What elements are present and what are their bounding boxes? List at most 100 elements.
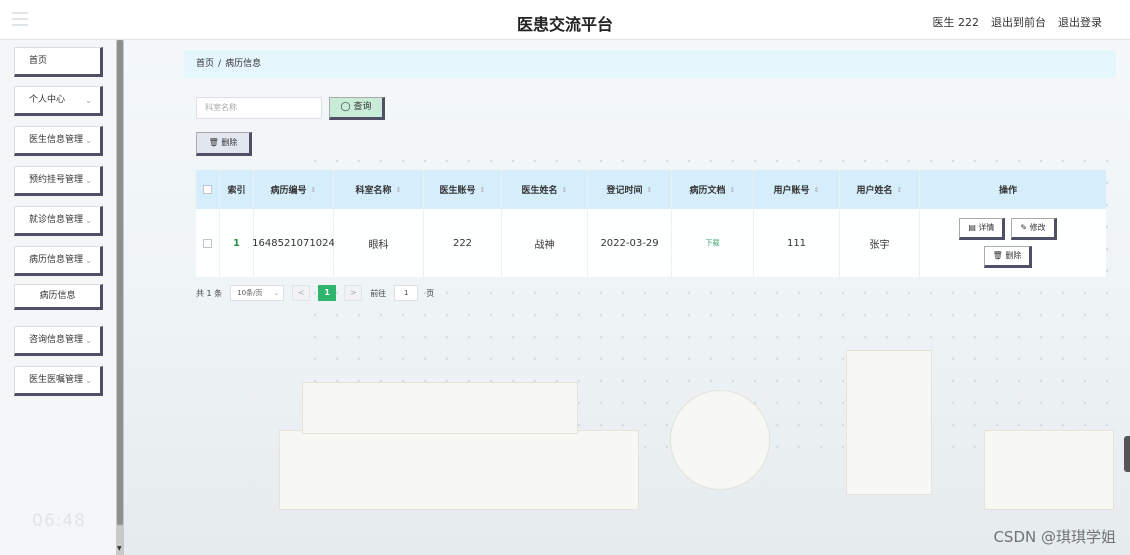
- header-label: 登记时间: [606, 186, 643, 196]
- row-select-cell[interactable]: [196, 209, 220, 277]
- sidebar-scrollbar[interactable]: ▼: [116, 40, 124, 555]
- select-all-checkbox[interactable]: [203, 185, 212, 194]
- sort-icon[interactable]: ⇕: [396, 186, 402, 194]
- breadcrumb-current: 病历信息: [225, 59, 262, 69]
- chevron-down-icon: ⌄: [85, 96, 92, 105]
- next-page-button[interactable]: >: [344, 285, 363, 301]
- table-row: 1 1648521071024 眼科 222 战神 2022-03-29 下载 …: [196, 209, 1106, 277]
- header-label: 病历编号: [270, 186, 307, 196]
- chevron-down-icon: ⌄: [273, 289, 280, 297]
- chevron-down-icon: ⌄: [85, 256, 92, 265]
- sidebar-item-label: 预约挂号管理: [29, 175, 84, 185]
- sidebar-item-doctor-info[interactable]: 医生信息管理 ⌄: [14, 126, 103, 156]
- sidebar-item-label: 病历信息管理: [29, 255, 84, 265]
- header-register-time[interactable]: 登记时间 ⇕: [588, 170, 672, 209]
- detail-button[interactable]: ▤ 详情: [959, 218, 1006, 240]
- header-user-name[interactable]: 用户姓名 ⇕: [840, 170, 920, 209]
- batch-delete-button[interactable]: 🗑 删除: [196, 132, 252, 156]
- header-index: 索引: [220, 170, 254, 209]
- header-user-account[interactable]: 用户账号 ⇕: [754, 170, 840, 209]
- header-label: 用户账号: [773, 186, 810, 196]
- header-record-no[interactable]: 病历编号 ⇕: [254, 170, 334, 209]
- background-decor-block: [984, 430, 1114, 510]
- breadcrumb: 首页 / 病历信息: [184, 50, 1116, 78]
- page-size-select[interactable]: 10条/页 ⌄: [230, 285, 285, 301]
- pagination-total: 共 1 条: [196, 288, 223, 298]
- row-department: 眼科: [334, 209, 424, 277]
- sidebar-item-label: 医生医嘱管理: [29, 375, 84, 385]
- background-decor-cylinder: [846, 350, 932, 495]
- department-search-input[interactable]: 科室名称: [196, 97, 322, 119]
- row-doctor-account: 222: [424, 209, 502, 277]
- window-edge-handle: [1124, 436, 1130, 472]
- background-decor-ring: [670, 390, 770, 490]
- background-decor-block: [302, 382, 578, 434]
- back-to-front-link[interactable]: 退出到前台: [991, 14, 1046, 30]
- sort-icon[interactable]: ⇕: [311, 186, 317, 194]
- current-user-label: 医生 222: [932, 16, 980, 29]
- sidebar-item-label: 个人中心: [29, 95, 66, 105]
- sort-icon[interactable]: ⇕: [897, 186, 903, 194]
- header-doctor-account[interactable]: 医生账号 ⇕: [424, 170, 502, 209]
- current-page-button[interactable]: 1: [318, 285, 337, 301]
- row-actions-top: ▤ 详情 ✎ 修改: [959, 218, 1057, 240]
- sidebar-subitem-medical-record[interactable]: 病历信息: [14, 284, 103, 310]
- sort-icon[interactable]: ⇕: [562, 186, 568, 194]
- sidebar-item-home[interactable]: 首页: [14, 47, 103, 77]
- row-user-name: 张宇: [840, 209, 920, 277]
- header-actions: 医生 222 退出到前台 退出登录: [933, 14, 1103, 30]
- download-document-link[interactable]: 下载: [706, 238, 720, 248]
- chevron-down-icon: ⌄: [85, 176, 92, 185]
- breadcrumb-separator: /: [218, 59, 222, 69]
- header-document[interactable]: 病历文档 ⇕: [672, 170, 754, 209]
- clock-overlay: 06:48: [32, 511, 86, 531]
- row-index: 1: [220, 209, 254, 277]
- header-doctor-name[interactable]: 医生姓名 ⇕: [502, 170, 588, 209]
- row-doctor-name: 战神: [502, 209, 588, 277]
- row-delete-button[interactable]: 🗑 删除: [983, 246, 1033, 268]
- sort-icon[interactable]: ⇕: [480, 186, 486, 194]
- pagination: 共 1 条 10条/页 ⌄ < 1 > 前往 1 页: [196, 285, 434, 301]
- top-bar: 医患交流平台 医生 222 退出到前台 退出登录: [0, 0, 1130, 40]
- sidebar-item-visit-info[interactable]: 就诊信息管理 ⌄: [14, 206, 103, 236]
- logout-link[interactable]: 退出登录: [1058, 14, 1102, 30]
- goto-page-input[interactable]: 1: [394, 285, 419, 301]
- main-content: 首页 / 病历信息 科室名称 ◯ 查询 🗑 删除 索引 病历编号 ⇕ 科室名称 ⇕ 医生…: [124, 40, 1130, 555]
- row-document-cell: 下载: [672, 209, 754, 277]
- sidebar-item-label: 病历信息: [39, 291, 76, 301]
- sort-icon[interactable]: ⇕: [730, 186, 736, 194]
- sidebar-item-medical-record-mgmt[interactable]: 病历信息管理 ⌄: [14, 246, 103, 276]
- edit-button[interactable]: ✎ 修改: [1011, 218, 1057, 240]
- sidebar-item-label: 首页: [29, 56, 48, 66]
- sidebar-item-doctor-orders[interactable]: 医生医嘱管理 ⌄: [14, 366, 103, 396]
- header-department[interactable]: 科室名称 ⇕: [334, 170, 424, 209]
- sort-icon[interactable]: ⇕: [814, 186, 820, 194]
- watermark: CSDN @琪琪学姐: [993, 528, 1116, 546]
- header-label: 医生姓名: [521, 186, 558, 196]
- sidebar: 首页 个人中心 ⌄ 医生信息管理 ⌄ 预约挂号管理 ⌄ 就诊信息管理 ⌄ 病历信息管理 ⌄…: [0, 40, 116, 555]
- hamburger-menu-icon[interactable]: [12, 12, 28, 26]
- sidebar-item-label: 医生信息管理: [29, 135, 84, 145]
- sidebar-item-personal-center[interactable]: 个人中心 ⌄: [14, 86, 103, 116]
- sort-icon[interactable]: ⇕: [647, 186, 653, 194]
- scroll-down-arrow-icon[interactable]: ▼: [117, 545, 122, 552]
- row-checkbox[interactable]: [203, 238, 212, 248]
- table-header-row: 索引 病历编号 ⇕ 科室名称 ⇕ 医生账号 ⇕ 医生姓名 ⇕ 登记时间 ⇕ 病历文档 ⇕ 用…: [196, 170, 1106, 209]
- query-button[interactable]: ◯ 查询: [329, 97, 385, 120]
- page-size-value: 10条/页: [237, 289, 263, 297]
- background-decor-block: [279, 430, 639, 510]
- sidebar-item-consultation[interactable]: 咨询信息管理 ⌄: [14, 326, 103, 356]
- chevron-down-icon: ⌄: [85, 136, 92, 145]
- header-select-all[interactable]: [196, 170, 220, 209]
- breadcrumb-home[interactable]: 首页: [196, 59, 214, 69]
- prev-page-button[interactable]: <: [292, 285, 311, 301]
- scrollbar-thumb[interactable]: [117, 40, 123, 525]
- row-register-time: 2022-03-29: [588, 209, 672, 277]
- header-label: 病历文档: [689, 186, 726, 196]
- header-actions: 操作: [998, 186, 1017, 196]
- sidebar-item-appointment[interactable]: 预约挂号管理 ⌄: [14, 166, 103, 196]
- header-label: 医生账号: [439, 186, 476, 196]
- sidebar-item-label: 就诊信息管理: [29, 215, 84, 225]
- medical-record-table: 索引 病历编号 ⇕ 科室名称 ⇕ 医生账号 ⇕ 医生姓名 ⇕ 登记时间 ⇕ 病历文档 ⇕ 用…: [196, 170, 1106, 277]
- row-actions: ▤ 详情 ✎ 修改 🗑 删除: [920, 209, 1096, 277]
